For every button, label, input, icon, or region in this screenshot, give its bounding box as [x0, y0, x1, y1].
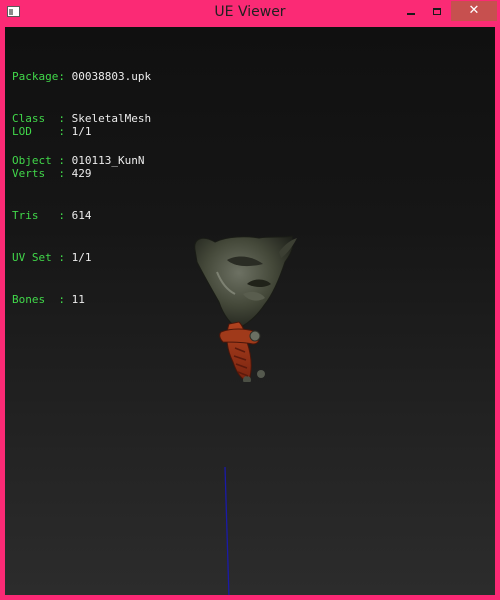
info-row-tris: Tris : 614	[12, 209, 91, 223]
ue-viewer-window: UE Viewer ✕ Package: 00038803.upk Class …	[0, 0, 500, 600]
lod-value: 1/1	[71, 125, 92, 138]
z-axis-line	[224, 467, 230, 595]
close-icon: ✕	[468, 3, 480, 18]
uvset-value: 1/1	[71, 251, 92, 264]
close-button[interactable]: ✕	[451, 1, 497, 21]
verts-value: 429	[71, 167, 92, 180]
lod-label: LOD :	[12, 125, 65, 138]
bones-label: Bones :	[12, 293, 65, 306]
info-row-package: Package: 00038803.upk	[12, 70, 151, 84]
package-label: Package:	[12, 70, 65, 83]
app-icon[interactable]	[7, 6, 20, 17]
tris-value: 614	[71, 209, 92, 222]
skeletal-mesh-model[interactable]	[187, 232, 317, 382]
info-row-uvset: UV Set : 1/1	[12, 251, 91, 265]
verts-label: Verts :	[12, 167, 65, 180]
3d-viewport[interactable]: Package: 00038803.upk Class : SkeletalMe…	[5, 27, 495, 595]
title-bar[interactable]: UE Viewer ✕	[0, 0, 500, 26]
mask-mesh	[194, 235, 297, 329]
mesh-stats: LOD : 1/1 Verts : 429 Tris : 614 UV Set …	[12, 97, 91, 335]
maximize-icon	[433, 8, 441, 15]
bones-value: 11	[71, 293, 85, 306]
info-row-bones: Bones : 11	[12, 293, 91, 307]
tris-label: Tris :	[12, 209, 65, 222]
minimize-button[interactable]	[398, 1, 424, 21]
info-row-lod: LOD : 1/1	[12, 125, 91, 139]
minimize-icon	[407, 12, 415, 15]
package-value: 00038803.upk	[71, 70, 152, 83]
info-row-verts: Verts : 429	[12, 167, 91, 181]
uvset-label: UV Set :	[12, 251, 65, 264]
maximize-button[interactable]	[424, 1, 450, 21]
rope-mesh	[219, 321, 265, 382]
